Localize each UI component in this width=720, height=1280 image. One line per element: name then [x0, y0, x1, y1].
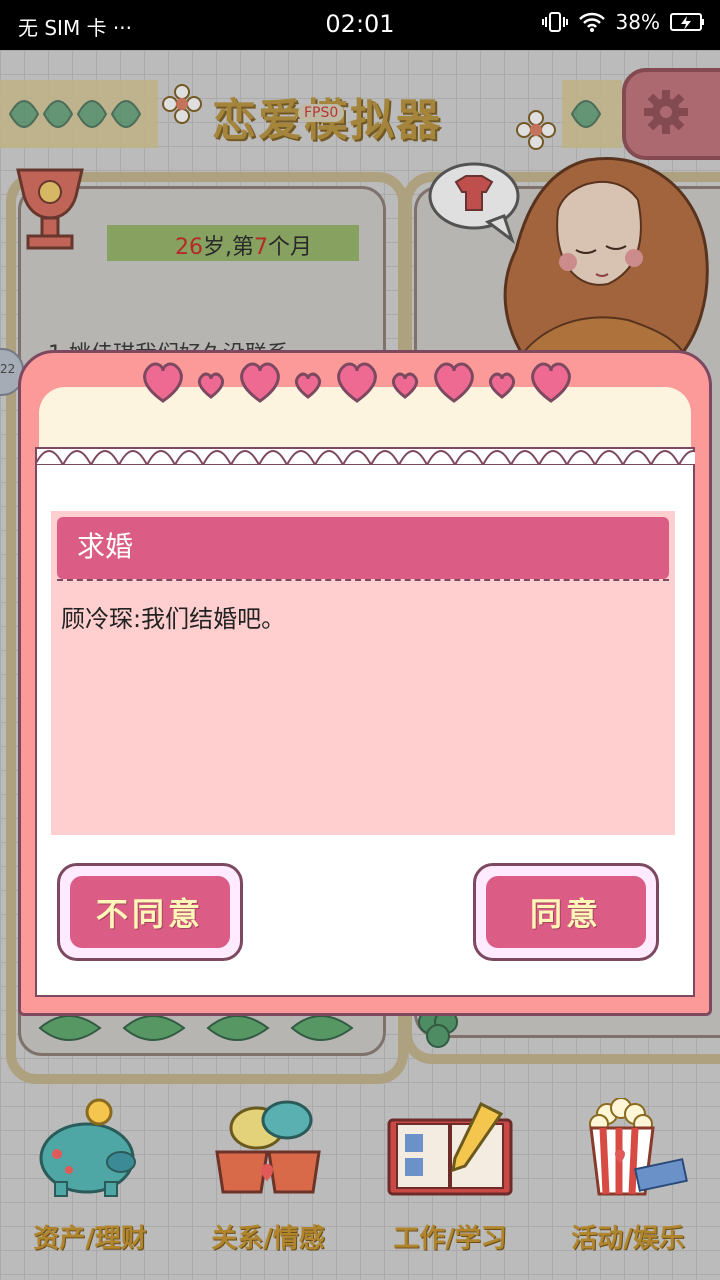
nav-activity-entertainment[interactable]: 活动/娱乐 [548, 1097, 708, 1258]
dialog-header-bar [57, 517, 669, 579]
battery-percent: 38% [615, 10, 660, 34]
scallop-border [35, 450, 695, 465]
dialog-title: 求婚 [77, 530, 134, 563]
battery-charging-icon [670, 13, 704, 31]
bottom-nav: 资产/理财 关系/情感 工作/学习 活动/娱乐 [0, 1097, 720, 1258]
status-icons: 38% [541, 10, 706, 34]
piggy-bank-icon [39, 1098, 136, 1197]
hearts-decoration [143, 362, 571, 403]
nav-relationship-emotion[interactable]: 关系/情感 [188, 1098, 348, 1258]
dialog-message: 顾冷琛:我们结婚吧。 [61, 605, 286, 633]
notebook-pen-icon [387, 1101, 513, 1196]
nav-assets-finance[interactable]: 资产/理财 [10, 1098, 170, 1258]
proposal-dialog: 求婚 顾冷琛:我们结婚吧。 不同意 同意 [18, 350, 712, 1016]
dialog-divider [57, 579, 669, 581]
vibrate-icon [541, 12, 568, 32]
accept-button[interactable]: 同意 [473, 863, 659, 961]
nav-work-study[interactable]: 工作/学习 [370, 1098, 530, 1258]
status-bar: 无 SIM 卡 ··· 02:01 38% [0, 0, 720, 50]
accept-button-label: 同意 [486, 876, 646, 948]
nav-label: 工作/学习 [393, 1224, 507, 1254]
decline-button[interactable]: 不同意 [57, 863, 243, 961]
nav-label: 资产/理财 [33, 1224, 147, 1254]
popcorn-tickets-icon [589, 1097, 688, 1196]
nav-label: 关系/情感 [211, 1224, 325, 1254]
wifi-icon [578, 12, 605, 32]
decline-button-label: 不同意 [70, 876, 230, 948]
coffee-cups-chat-icon [215, 1100, 321, 1194]
nav-label: 活动/娱乐 [571, 1224, 685, 1254]
